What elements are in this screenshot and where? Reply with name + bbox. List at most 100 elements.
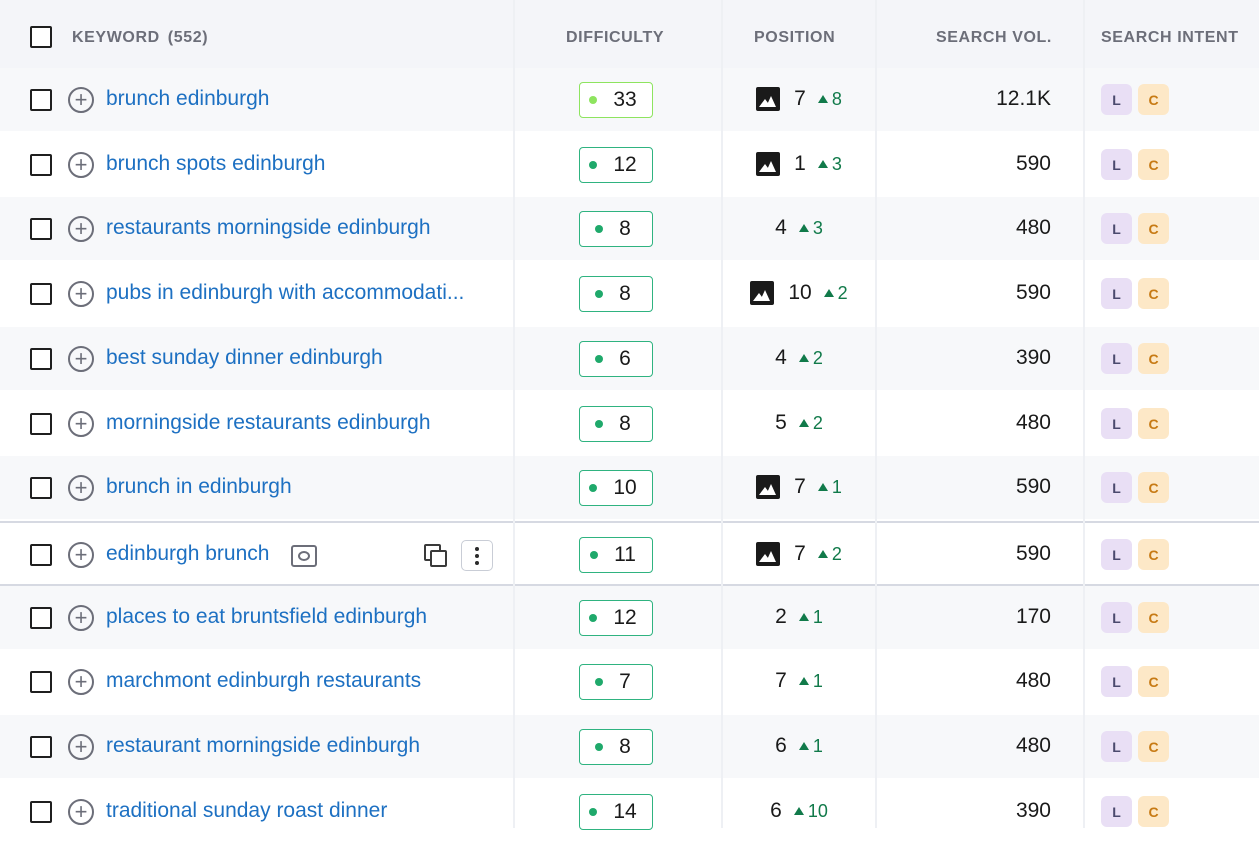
search-volume-value: 480	[1015, 734, 1051, 757]
intent-badge-local: L	[1101, 796, 1132, 827]
image-icon	[756, 542, 781, 566]
keyword-header-label: KEYWORD	[72, 28, 160, 46]
row-checkbox[interactable]	[30, 544, 52, 566]
keyword-link[interactable]: places to eat bruntsfield edinburgh	[106, 605, 491, 629]
difficulty-badge: 12	[579, 147, 653, 183]
position-value: 6	[770, 799, 782, 822]
position-value: 7	[794, 87, 806, 110]
keyword-link[interactable]: brunch in edinburgh	[106, 475, 491, 499]
position-change: 10	[807, 800, 828, 821]
keyword-header-count: (552)	[167, 28, 209, 46]
difficulty-column-header[interactable]: DIFFICULTY	[566, 0, 664, 75]
plus-circle-icon[interactable]: +	[68, 475, 94, 501]
keyword-link[interactable]: marchmont edinburgh restaurants	[106, 669, 491, 693]
table-row[interactable]: + restaurant morningside edinburgh 8 6 1 480 L…	[0, 715, 1259, 780]
keyword-link[interactable]: brunch edinburgh	[106, 87, 491, 111]
table-row[interactable]: + brunch spots edinburgh 12 1 3 590 L C	[0, 133, 1259, 198]
row-checkbox[interactable]	[30, 348, 52, 370]
intent-badge-commercial: C	[1138, 731, 1169, 762]
keyword-column-header[interactable]: KEYWORD (552)	[72, 0, 208, 75]
plus-circle-icon[interactable]: +	[68, 605, 94, 631]
keyword-link[interactable]: restaurant morningside edinburgh	[106, 734, 491, 758]
copy-icon[interactable]	[424, 544, 447, 567]
row-checkbox[interactable]	[30, 736, 52, 758]
difficulty-value: 11	[614, 543, 636, 566]
row-checkbox[interactable]	[30, 154, 52, 176]
table-row[interactable]: + marchmont edinburgh restaurants 7 7 1 480 L C	[0, 650, 1259, 715]
row-checkbox[interactable]	[30, 671, 52, 693]
plus-circle-icon[interactable]: +	[68, 411, 94, 437]
search-intent-column-header[interactable]: SEARCH INTENT	[1101, 0, 1239, 75]
keyword-link[interactable]: traditional sunday roast dinner	[106, 799, 491, 823]
row-checkbox[interactable]	[30, 607, 52, 629]
arrow-up-icon	[798, 419, 809, 427]
position-cell: 61	[724, 734, 874, 758]
table-row[interactable]: + pubs in edinburgh with accommodati... 8 1…	[0, 262, 1259, 327]
keyword-link[interactable]: best sunday dinner edinburgh	[106, 346, 491, 370]
table-row[interactable]: + morningside restaurants edinburgh 8 5 2 480…	[0, 392, 1259, 457]
plus-circle-icon[interactable]: +	[68, 346, 94, 372]
row-checkbox[interactable]	[30, 89, 52, 111]
plus-circle-icon[interactable]: +	[68, 216, 94, 242]
image-icon	[756, 475, 781, 499]
keyword-link[interactable]: brunch spots edinburgh	[106, 152, 491, 176]
plus-circle-icon[interactable]: +	[68, 799, 94, 825]
search-volume-value: 12.1K	[996, 87, 1051, 110]
row-checkbox[interactable]	[30, 413, 52, 435]
keyword-link[interactable]: restaurants morningside edinburgh	[106, 216, 491, 240]
table-row[interactable]: + best sunday dinner edinburgh 6 4 2 390 L C	[0, 327, 1259, 392]
select-all-checkbox[interactable]	[30, 26, 52, 48]
keyword-link[interactable]: morningside restaurants edinburgh	[106, 411, 491, 435]
intent-badge-commercial: C	[1138, 343, 1169, 374]
difficulty-value: 8	[619, 217, 631, 240]
intent-badge-local: L	[1101, 602, 1132, 633]
plus-circle-icon[interactable]: +	[68, 542, 94, 568]
plus-circle-icon[interactable]: +	[68, 669, 94, 695]
position-change: 3	[831, 153, 842, 174]
plus-circle-icon[interactable]: +	[68, 152, 94, 178]
row-checkbox[interactable]	[30, 218, 52, 240]
difficulty-badge: 8	[579, 211, 653, 247]
difficulty-value: 12	[613, 606, 637, 629]
arrow-up-icon	[817, 95, 828, 103]
difficulty-badge: 6	[579, 341, 653, 377]
table-row[interactable]: + restaurants morningside edinburgh 8 4 3 480…	[0, 197, 1259, 262]
keyword-table: KEYWORD (552) DIFFICULTY POSITION SEARCH…	[0, 0, 1259, 845]
position-change: 8	[831, 88, 842, 109]
table-row[interactable]: + edinburgh brunch 11 7 2 590 L C	[0, 521, 1259, 586]
table-row[interactable]: + brunch in edinburgh 10 7 1 590 L C	[0, 456, 1259, 521]
difficulty-badge: 14	[579, 794, 653, 830]
row-checkbox[interactable]	[30, 477, 52, 499]
position-change: 1	[831, 476, 842, 497]
search-volume-value: 590	[1015, 152, 1051, 175]
table-row[interactable]: + brunch edinburgh 33 7 8 12.1K L C	[0, 68, 1259, 133]
eye-icon[interactable]	[291, 545, 317, 567]
difficulty-badge: 8	[579, 406, 653, 442]
difficulty-badge: 8	[579, 729, 653, 765]
keyword-link[interactable]: pubs in edinburgh with accommodati...	[106, 281, 491, 305]
search-volume-column-header[interactable]: SEARCH VOL.	[936, 0, 1052, 75]
intent-badge-local: L	[1101, 84, 1132, 115]
plus-circle-icon[interactable]: +	[68, 87, 94, 113]
arrow-up-icon	[817, 160, 828, 168]
row-checkbox[interactable]	[30, 283, 52, 305]
plus-circle-icon[interactable]: +	[68, 281, 94, 307]
position-value: 4	[775, 346, 787, 369]
column-divider	[513, 0, 515, 828]
search-volume-value: 590	[1015, 542, 1051, 565]
row-checkbox[interactable]	[30, 801, 52, 823]
difficulty-dot-icon	[589, 161, 598, 169]
plus-circle-icon[interactable]: +	[68, 734, 94, 760]
difficulty-value: 33	[613, 88, 637, 111]
more-vertical-icon[interactable]	[461, 540, 493, 571]
difficulty-badge: 11	[579, 537, 653, 573]
position-cell: 71	[724, 475, 874, 499]
difficulty-badge: 8	[579, 276, 653, 312]
position-value: 5	[775, 411, 787, 434]
table-row[interactable]: + traditional sunday roast dinner 14 6 10 390…	[0, 780, 1259, 845]
position-column-header[interactable]: POSITION	[754, 0, 835, 75]
intent-badge-commercial: C	[1138, 408, 1169, 439]
position-cell: 13	[724, 152, 874, 176]
table-row[interactable]: + places to eat bruntsfield edinburgh 12 2 1…	[0, 586, 1259, 651]
position-cell: 10 2	[724, 281, 874, 305]
